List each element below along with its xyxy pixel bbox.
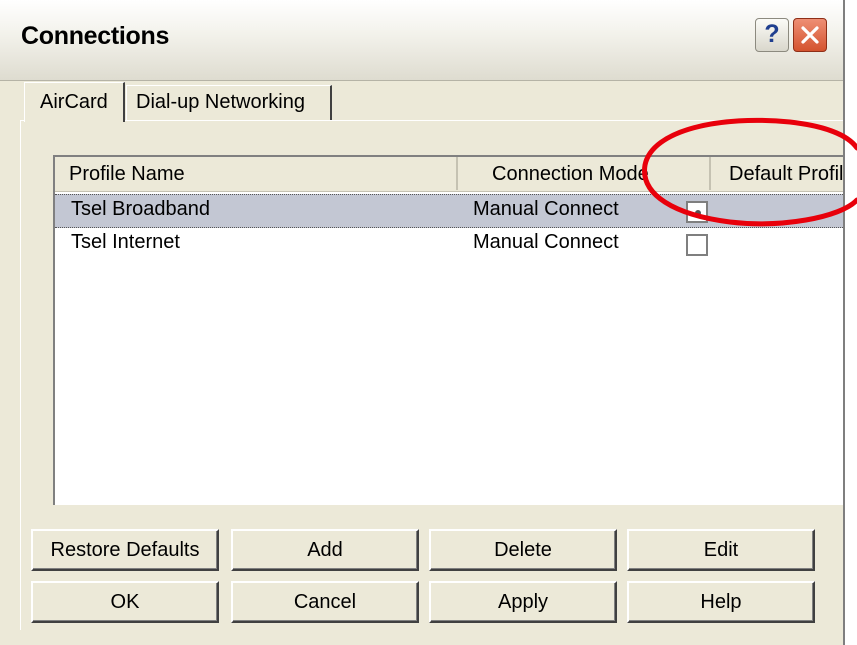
default-profile-radio[interactable]	[686, 234, 708, 256]
profile-row[interactable]: Tsel Broadband Manual Connect	[55, 194, 843, 228]
window-title: Connections	[21, 22, 170, 50]
apply-button[interactable]: Apply	[429, 581, 617, 623]
tab-dial-up-networking[interactable]: Dial-up Networking	[126, 85, 332, 120]
add-button[interactable]: Add	[231, 529, 419, 571]
connection-mode: Manual Connect	[473, 198, 619, 220]
column-header-profile-name[interactable]: Profile Name	[55, 157, 458, 190]
close-icon	[801, 26, 819, 44]
help-dialog-button[interactable]: Help	[627, 581, 815, 623]
tab-label: AirCard	[40, 91, 108, 113]
help-button[interactable]: ?	[755, 18, 789, 52]
title-bar[interactable]: Connections ?	[0, 0, 843, 81]
cancel-button[interactable]: Cancel	[231, 581, 419, 623]
connection-mode: Manual Connect	[473, 231, 619, 253]
connections-dialog: Connections ? Dial-up Networking AirCard…	[0, 0, 845, 645]
delete-button[interactable]: Delete	[429, 529, 617, 571]
help-icon: ?	[764, 20, 780, 48]
profile-row[interactable]: Tsel Internet Manual Connect	[55, 228, 843, 260]
column-header-default-profile[interactable]: Default Profile	[711, 157, 843, 190]
tab-label: Dial-up Networking	[136, 91, 305, 113]
profile-name: Tsel Broadband	[71, 198, 210, 220]
column-header-connection-mode[interactable]: Connection Mode	[458, 157, 711, 190]
edit-button[interactable]: Edit	[627, 529, 815, 571]
default-profile-radio[interactable]	[686, 201, 708, 223]
close-button[interactable]	[793, 18, 827, 52]
list-header: Profile Name Connection Mode Default Pro…	[55, 157, 843, 192]
ok-button[interactable]: OK	[31, 581, 219, 623]
restore-defaults-button[interactable]: Restore Defaults	[31, 529, 219, 571]
profile-name: Tsel Internet	[71, 231, 180, 253]
radio-selected-dot	[695, 210, 701, 216]
tab-aircard[interactable]: AirCard	[24, 82, 125, 122]
profiles-list[interactable]: Profile Name Connection Mode Default Pro…	[53, 155, 843, 505]
